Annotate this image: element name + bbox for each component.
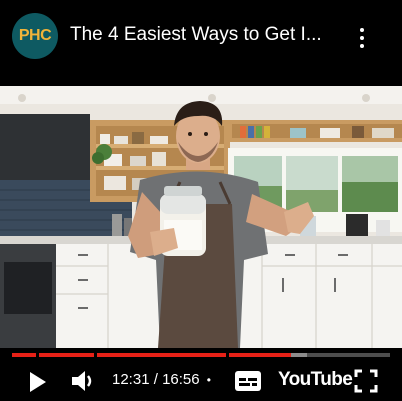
chapter-marker: [226, 353, 229, 357]
play-icon[interactable]: [26, 370, 48, 394]
video-title[interactable]: The 4 Easiest Ways to Get I...: [70, 24, 340, 46]
video-scene: [0, 86, 402, 348]
captions-icon[interactable]: [234, 370, 262, 392]
video-frame[interactable]: [0, 86, 402, 348]
youtube-logo[interactable]: YouTube: [278, 369, 353, 391]
channel-avatar[interactable]: PHC: [12, 13, 58, 59]
volume-icon[interactable]: [70, 369, 96, 393]
player-controls: 12:31 / 16:56 • YouTube: [0, 362, 402, 401]
chapter-dot: •: [206, 373, 211, 387]
duration: 16:56: [162, 371, 200, 388]
progress-played: [12, 353, 292, 357]
progress-bar[interactable]: [12, 353, 390, 357]
chapter-marker: [36, 353, 39, 357]
chapter-marker: [94, 353, 97, 357]
current-time: 12:31: [112, 371, 150, 388]
channel-logo-text: PHC: [18, 27, 52, 44]
time-separator: /: [149, 371, 163, 388]
fullscreen-icon[interactable]: [354, 369, 378, 393]
video-header: PHC The 4 Easiest Ways to Get I...: [0, 0, 402, 80]
time-display: 12:31 / 16:56 •: [112, 371, 211, 388]
more-vert-icon[interactable]: [352, 26, 372, 50]
